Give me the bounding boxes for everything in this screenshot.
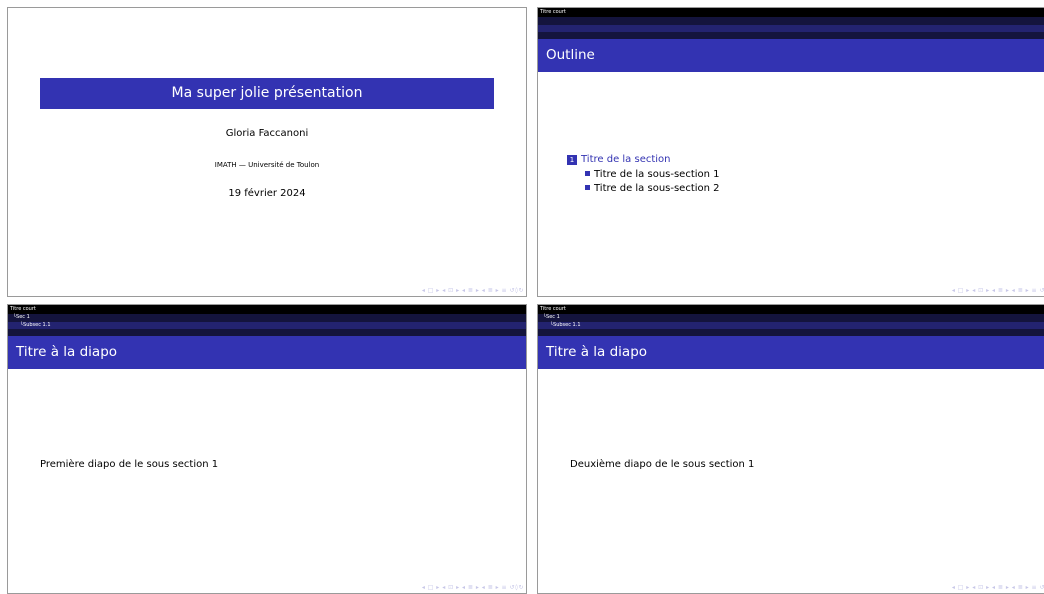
header-band-section xyxy=(538,17,1044,25)
short-title-header: Titre court xyxy=(8,305,526,314)
toc-subsection[interactable]: Titre de la sous-section 2 xyxy=(585,183,720,194)
frame-title: Titre à la diapo xyxy=(538,336,1044,369)
outline-slide: Titre court Outline 1 Titre de la section… xyxy=(537,7,1044,297)
beamer-navigation-icons[interactable]: ◂ □ ▸ ◂ ⊡ ▸ ◂ ≣ ▸ ◂ ≣ ▸ ≡ ↺◊↻ xyxy=(422,287,524,294)
presentation-title: Ma super jolie présentation xyxy=(40,78,494,109)
toc-subsection[interactable]: Titre de la sous-section 1 xyxy=(585,169,720,180)
header-subsection[interactable]: └Subsec 1.1 xyxy=(8,321,526,329)
header-subsection-label: Subsec 1.1 xyxy=(553,321,581,328)
content-slide-1: Titre court └Sec 1 └Subsec 1.1 Titre à l… xyxy=(7,304,527,594)
header-subsection-label: Subsec 1.1 xyxy=(23,321,51,328)
frame-title: Titre à la diapo xyxy=(8,336,526,369)
header-band-subsection xyxy=(538,24,1044,32)
header-section-label: Sec 1 xyxy=(546,314,560,320)
toc-section[interactable]: 1 Titre de la section xyxy=(567,154,671,165)
header-subsection[interactable]: └Subsec 1.1 xyxy=(538,321,1044,329)
author: Gloria Faccanoni xyxy=(225,128,309,139)
beamer-navigation-icons[interactable]: ◂ □ ▸ ◂ ⊡ ▸ ◂ ≣ ▸ ◂ ≣ ▸ ≡ ↺◊↻ xyxy=(952,287,1044,294)
beamer-navigation-icons[interactable]: ◂ □ ▸ ◂ ⊡ ▸ ◂ ≣ ▸ ◂ ≣ ▸ ≡ ↺◊↻ xyxy=(952,584,1044,591)
institute: IMATH — Université de Toulon xyxy=(214,161,320,169)
title-slide: Ma super jolie présentation Gloria Facca… xyxy=(7,7,527,297)
toc-section-title: Titre de la section xyxy=(581,154,671,165)
square-bullet-icon xyxy=(585,171,590,176)
toc-subsection-title: Titre de la sous-section 1 xyxy=(594,169,720,180)
section-number-badge: 1 xyxy=(567,155,577,165)
header-section-label: Sec 1 xyxy=(16,314,30,320)
slide-body-text: Deuxième diapo de le sous section 1 xyxy=(570,459,755,470)
square-bullet-icon xyxy=(585,185,590,190)
header-section[interactable]: └Sec 1 xyxy=(8,314,526,322)
content-slide-2: Titre court └Sec 1 └Subsec 1.1 Titre à l… xyxy=(537,304,1044,594)
short-title-header: Titre court xyxy=(538,305,1044,314)
header-section[interactable]: └Sec 1 xyxy=(538,314,1044,322)
date: 19 février 2024 xyxy=(228,188,306,199)
toc-subsection-title: Titre de la sous-section 2 xyxy=(594,183,720,194)
slide-body-text: Première diapo de le sous section 1 xyxy=(40,459,219,470)
beamer-navigation-icons[interactable]: ◂ □ ▸ ◂ ⊡ ▸ ◂ ≣ ▸ ◂ ≣ ▸ ≡ ↺◊↻ xyxy=(422,584,524,591)
short-title-header: Titre court xyxy=(538,8,1044,17)
frame-title: Outline xyxy=(538,39,1044,72)
